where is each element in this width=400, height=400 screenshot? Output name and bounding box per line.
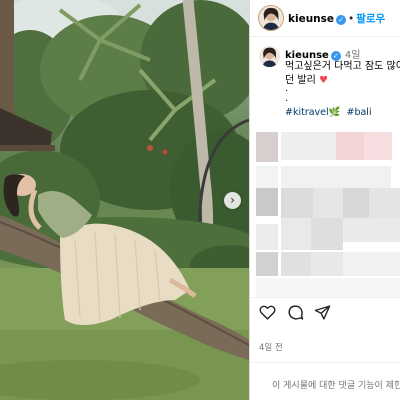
caption-text: 먹고싶은거 다먹고 잠도 많이 던 발리 ♥ [285,60,400,88]
header-username-row: kieunse ✓ • 팔로우 [288,11,385,26]
send-icon [314,305,331,320]
post-side-panel: kieunse ✓ • 팔로우 kieunse ✓ 4일 먹고싶은거 다먹고 잠도 많이 … [250,0,400,400]
comment-icon [288,305,304,320]
like-button[interactable] [259,304,276,321]
blurred-comments [256,132,400,297]
post-timestamp[interactable]: 4일 전 [259,341,283,353]
hashtag-bali[interactable]: #bali [347,107,372,118]
heart-emoji-icon: ♥ [318,75,328,86]
caption-dots: . . [285,84,288,104]
verified-badge-icon: ✓ [336,15,347,25]
caption-avatar[interactable] [259,46,280,67]
share-button[interactable] [314,304,331,321]
caption-line-2: 던 발리 ♥ [285,74,400,88]
comment-button[interactable] [287,304,304,321]
post-photo[interactable]: › [0,0,249,400]
heart-outline-icon [259,305,276,320]
follow-button[interactable]: 팔로우 [356,13,385,25]
carousel-next-button[interactable]: › [224,192,241,209]
actions-divider [250,297,400,298]
separator-dot: • [348,13,355,25]
caption-line-2-text: 던 발리 [285,75,316,86]
caption-header: kieunse ✓ 4일 [285,46,360,61]
comments-restricted-notice: 이 게시물에 대한 댓글 기능이 제한 [272,381,400,391]
photo-scene [0,0,249,400]
profile-avatar[interactable] [258,5,284,31]
caption-line-1: 먹고싶은거 다먹고 잠도 많이 [285,61,400,72]
hashtag-kitravel[interactable]: #kitravel🌿 [285,107,341,118]
avatar-image [259,46,280,67]
header-username[interactable]: kieunse [288,13,334,25]
post-header: kieunse ✓ • 팔로우 [250,0,400,37]
comments-divider [250,362,400,363]
chevron-right-icon: › [230,193,235,207]
caption-dot-2: . [285,93,289,104]
hashtags: #kitravel🌿 #bali [285,107,378,118]
avatar-image [259,6,283,30]
